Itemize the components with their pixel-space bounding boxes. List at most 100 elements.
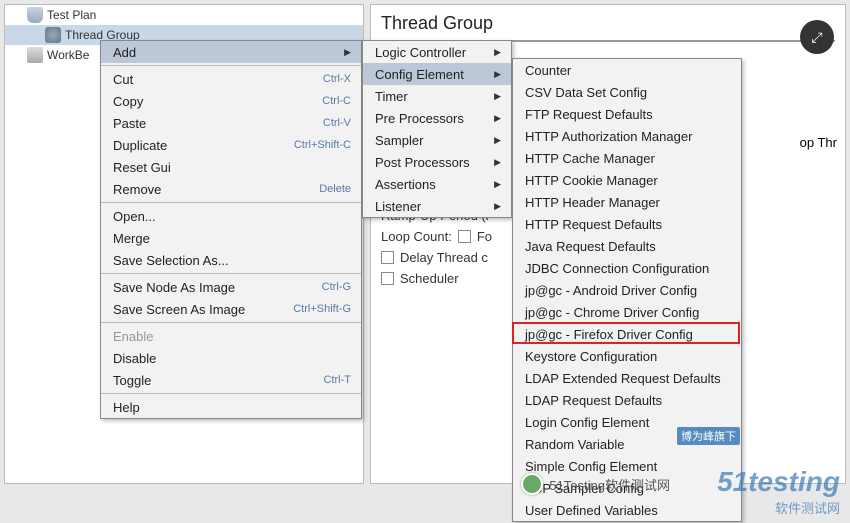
tree-item-label: Test Plan	[47, 8, 96, 22]
context-menu-add: Logic Controller Config Element Timer Pre P…	[362, 40, 512, 218]
menu-save-selection-as-[interactable]: Save Selection As...	[101, 249, 361, 271]
shortcut-label: Ctrl-X	[323, 73, 351, 85]
submenu-config-ldap-request-defaults[interactable]: LDAP Request Defaults	[513, 389, 741, 411]
menu-item-label: Counter	[525, 63, 571, 78]
submenu-add-pre-processors[interactable]: Pre Processors	[363, 107, 511, 129]
submenu-config-csv-data-set-config[interactable]: CSV Data Set Config	[513, 81, 741, 103]
shortcut-label: Ctrl-V	[323, 117, 351, 129]
menu-item-label: Keystore Configuration	[525, 349, 657, 364]
menu-item-label: LDAP Extended Request Defaults	[525, 371, 721, 386]
menu-item-label: HTTP Cookie Manager	[525, 173, 658, 188]
watermark-badge: 博为峰旗下	[677, 427, 740, 445]
forever-checkbox[interactable]	[458, 230, 471, 243]
submenu-add-logic-controller[interactable]: Logic Controller	[363, 41, 511, 63]
menu-open-[interactable]: Open...	[101, 205, 361, 227]
menu-item-label: Save Screen As Image	[113, 302, 245, 317]
menu-item-label: Duplicate	[113, 138, 167, 153]
menu-item-label: FTP Request Defaults	[525, 107, 653, 122]
menu-cut[interactable]: CutCtrl-X	[101, 68, 361, 90]
scheduler-checkbox[interactable]	[381, 272, 394, 285]
submenu-config-jp-gc-firefox-driver-config[interactable]: jp@gc - Firefox Driver Config	[513, 323, 741, 345]
submenu-config-user-defined-variables[interactable]: User Defined Variables	[513, 499, 741, 521]
shortcut-label: Ctrl+Shift-G	[293, 303, 351, 315]
submenu-config-ldap-extended-request-defaults[interactable]: LDAP Extended Request Defaults	[513, 367, 741, 389]
menu-duplicate[interactable]: Duplicate Ctrl+Shift-C	[101, 134, 361, 156]
menu-save-node-as-image[interactable]: Save Node As ImageCtrl-G	[101, 276, 361, 298]
menu-item-label: HTTP Cache Manager	[525, 151, 655, 166]
submenu-add-sampler[interactable]: Sampler	[363, 129, 511, 151]
context-menu-config-element: Counter CSV Data Set Config FTP Request De…	[512, 58, 742, 522]
menu-item-label: LDAP Request Defaults	[525, 393, 662, 408]
menu-enable: Enable	[101, 325, 361, 347]
menu-remove[interactable]: Remove Delete	[101, 178, 361, 200]
watermark-sub: 软件测试网	[717, 498, 840, 517]
shortcut-label: Delete	[319, 183, 351, 195]
menu-item-label: Config Element	[375, 67, 464, 82]
submenu-config-http-header-manager[interactable]: HTTP Header Manager	[513, 191, 741, 213]
menu-item-label: Java Request Defaults	[525, 239, 656, 254]
menu-item-label: Logic Controller	[375, 45, 466, 60]
submenu-add-timer[interactable]: Timer	[363, 85, 511, 107]
submenu-config-http-cache-manager[interactable]: HTTP Cache Manager	[513, 147, 741, 169]
submenu-config-http-authorization-manager[interactable]: HTTP Authorization Manager	[513, 125, 741, 147]
menu-help[interactable]: Help	[101, 396, 361, 418]
wechat-attribution: 51Testing软件测试网	[521, 473, 670, 495]
delay-label: Delay Thread c	[400, 250, 488, 265]
menu-item-label: Save Selection As...	[113, 253, 229, 268]
menu-disable[interactable]: Disable	[101, 347, 361, 369]
tree-item-label: WorkBe	[47, 48, 89, 62]
menu-copy[interactable]: CopyCtrl-C	[101, 90, 361, 112]
scheduler-label: Scheduler	[400, 271, 459, 286]
menu-item-label: HTTP Authorization Manager	[525, 129, 692, 144]
shortcut-label: Ctrl-T	[324, 374, 352, 386]
submenu-config-keystore-configuration[interactable]: Keystore Configuration	[513, 345, 741, 367]
loop-count-label: Loop Count:	[381, 229, 452, 244]
watermark: 51testing 软件测试网	[717, 466, 840, 517]
submenu-add-listener[interactable]: Listener	[363, 195, 511, 217]
submenu-config-ftp-request-defaults[interactable]: FTP Request Defaults	[513, 103, 741, 125]
submenu-add-post-processors[interactable]: Post Processors	[363, 151, 511, 173]
menu-toggle[interactable]: ToggleCtrl-T	[101, 369, 361, 391]
menu-save-screen-as-image[interactable]: Save Screen As Image Ctrl+Shift-G	[101, 298, 361, 320]
flask-icon	[27, 7, 43, 23]
menu-item-label: Enable	[113, 329, 153, 344]
menu-item-label: User Defined Variables	[525, 503, 658, 518]
menu-item-label: Disable	[113, 351, 156, 366]
wb-icon	[27, 47, 43, 63]
expand-fab-button[interactable]: ⤢	[800, 20, 834, 54]
menu-reset-gui[interactable]: Reset Gui	[101, 156, 361, 178]
menu-item-label: Post Processors	[375, 155, 470, 170]
wechat-label: 51Testing软件测试网	[549, 475, 670, 494]
menu-paste[interactable]: PasteCtrl-V	[101, 112, 361, 134]
expand-icon: ⤢	[811, 29, 822, 46]
context-menu-main: AddCutCtrl-XCopyCtrl-CPasteCtrl-VDuplica…	[100, 40, 362, 419]
tree-item-test-plan[interactable]: Test Plan	[5, 5, 363, 25]
menu-item-label: Assertions	[375, 177, 436, 192]
menu-add[interactable]: Add	[101, 41, 361, 63]
delay-checkbox[interactable]	[381, 251, 394, 264]
menu-item-label: jp@gc - Chrome Driver Config	[525, 305, 699, 320]
shortcut-label: Ctrl+Shift-C	[294, 139, 351, 151]
panel-title: Thread Group	[381, 13, 835, 34]
submenu-add-config-element[interactable]: Config Element	[363, 63, 511, 85]
submenu-config-http-request-defaults[interactable]: HTTP Request Defaults	[513, 213, 741, 235]
submenu-config-java-request-defaults[interactable]: Java Request Defaults	[513, 235, 741, 257]
loop-thr-label: op Thr	[800, 135, 837, 150]
submenu-config-http-cookie-manager[interactable]: HTTP Cookie Manager	[513, 169, 741, 191]
menu-item-label: Help	[113, 400, 140, 415]
watermark-logo: 51testing	[717, 466, 840, 498]
menu-item-label: Random Variable	[525, 437, 624, 452]
menu-item-label: HTTP Request Defaults	[525, 217, 662, 232]
shortcut-label: Ctrl-C	[322, 95, 351, 107]
menu-item-label: Listener	[375, 199, 421, 214]
submenu-config-counter[interactable]: Counter	[513, 59, 741, 81]
submenu-config-jp-gc-android-driver-config[interactable]: jp@gc - Android Driver Config	[513, 279, 741, 301]
wechat-icon	[521, 473, 543, 495]
menu-merge[interactable]: Merge	[101, 227, 361, 249]
submenu-config-jp-gc-chrome-driver-config[interactable]: jp@gc - Chrome Driver Config	[513, 301, 741, 323]
submenu-add-assertions[interactable]: Assertions	[363, 173, 511, 195]
submenu-config-jdbc-connection-configuration[interactable]: JDBC Connection Configuration	[513, 257, 741, 279]
menu-item-label: Remove	[113, 182, 161, 197]
menu-item-label: Merge	[113, 231, 150, 246]
menu-item-label: Timer	[375, 89, 408, 104]
